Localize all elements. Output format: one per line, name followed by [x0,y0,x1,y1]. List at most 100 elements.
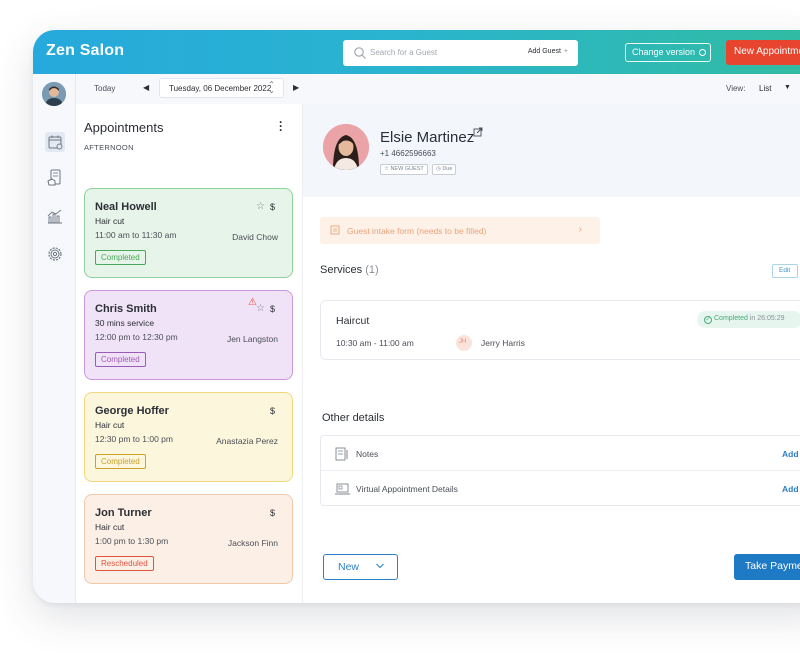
status-badge: Completed [95,454,146,469]
search-input[interactable]: Search for a Guest [370,48,437,57]
today-button[interactable]: Today [94,84,115,93]
search-icon [354,47,366,59]
appointment-card[interactable]: George Hoffer $ Hair cut 12:30 pm to 1:0… [84,392,293,482]
caret-down-icon[interactable]: ▼ [784,84,791,91]
view-select[interactable]: List [759,84,771,93]
card-time: 12:30 pm to 1:00 pm [95,434,173,444]
avatar[interactable] [42,82,66,106]
updown-chevron-icon: ⌃ ⌄ [268,80,275,95]
service-status-pill: ✓ Completed in 26:05:29 [697,311,800,328]
card-service: Hair cut [95,216,125,226]
appointment-detail-panel: Elsie Martinez +1 4662596663 ☆ NEW GUEST… [303,104,800,603]
add-guest-label: Add Guest [527,48,561,55]
intake-form-banner[interactable]: Guest intake form (needs to be filled) › [320,217,600,244]
status-badge: Rescheduled [95,556,154,571]
services-heading: Services (1) [320,264,379,276]
notes-row: Notes Add [321,436,800,471]
service-status: Completed [714,315,748,322]
card-time: 1:00 pm to 1:30 pm [95,536,169,546]
card-service: 30 mins service [95,318,155,328]
date-picker[interactable]: Tuesday, 06 December 2022 ⌃ ⌄ [159,78,284,98]
brand-title: Zen Salon [46,42,125,59]
check-circle-icon: ✓ [704,316,712,324]
virtual-appointment-row: Virtual Appointment Details Add [321,471,800,506]
section-label-afternoon: AFTERNOON [84,143,134,152]
service-duration: in 26:05:29 [749,315,785,322]
change-version-label: Change version [632,47,696,57]
appointment-card[interactable]: Neal Howell ☆ $ Hair cut 11:00 am to 11:… [84,188,293,278]
card-service: Hair cut [95,420,125,430]
virtual-appointment-label: Virtual Appointment Details [356,484,458,494]
user-avatar-icon [42,82,66,106]
card-guest-name: Neal Howell [95,201,157,213]
dollar-icon: $ [269,508,275,518]
status-badge: Completed [95,250,146,265]
guest-photo [323,124,369,170]
reports-icon[interactable] [45,207,65,227]
dollar-icon: $ [269,304,275,314]
appointment-card[interactable]: Chris Smith ⚠ ☆ $ 30 mins service 12:00 … [84,290,293,380]
status-badge: Completed [95,352,146,367]
card-time: 11:00 am to 11:30 am [95,230,177,240]
notes-icon [335,447,348,461]
calendar-icon[interactable] [45,132,65,152]
view-label: View: [726,84,746,93]
add-virtual-details-button[interactable]: Add [782,484,799,494]
left-nav-rail [33,74,76,603]
plus-icon: + [563,48,568,55]
date-toolbar: Today ◀ Tuesday, 06 December 2022 ⌃ ⌄ ▶ V… [76,74,800,104]
prev-day-button[interactable]: ◀ [143,83,149,92]
appointments-panel: Appointments · · · AFTERNOON Neal Howell ☆… [76,104,303,603]
appointments-title: Appointments [84,120,164,135]
service-item[interactable]: Haircut 10:30 am - 11:00 am JH Jerry Har… [320,300,800,360]
card-staff: David Chow [232,232,278,242]
staff-initials-avatar: JH [456,335,472,351]
new-appointment-button[interactable]: New Appointment [726,40,800,65]
add-guest-button[interactable]: Add Guest + [528,48,568,55]
service-staff: Jerry Harris [481,338,525,348]
new-label: New [338,561,360,573]
chevron-down-icon [376,563,384,569]
star-icon: ☆ [256,201,265,212]
add-notes-button[interactable]: Add [782,449,799,459]
guest-search[interactable]: Search for a Guest Add Guest + [343,40,578,66]
next-day-button[interactable]: ▶ [293,83,299,92]
due-tag: ◷ Due [432,164,457,175]
card-time: 12:00 pm to 12:30 pm [95,332,178,342]
card-staff: Jen Langston [226,334,278,344]
notes-label: Notes [356,449,379,459]
card-service: Hair cut [95,522,125,532]
guest-name: Elsie Martinez [380,129,475,146]
card-staff: Jackson Finn [227,538,278,548]
guest-profile-header: Elsie Martinez +1 4662596663 ☆ NEW GUEST… [303,104,800,197]
checkout-icon[interactable] [45,168,65,188]
more-options-icon[interactable]: · · · [279,116,283,136]
intake-form-text: Guest intake form (needs to be filled) [347,226,487,236]
laptop-icon [335,483,350,495]
appointment-card[interactable]: Jon Turner $ Hair cut 1:00 pm to 1:30 pm… [84,494,293,584]
external-link-icon[interactable] [473,127,483,137]
services-title: Services [320,264,363,276]
new-guest-tag: ☆ NEW GUEST [380,164,428,175]
take-payment-button[interactable]: Take Payment [734,554,800,580]
dollar-icon: $ [269,202,275,212]
card-guest-name: Chris Smith [95,303,157,315]
info-icon [699,49,707,56]
form-icon [330,225,340,235]
card-guest-name: Jon Turner [95,507,152,519]
edit-services-button[interactable]: Edit [772,264,798,278]
top-header: Zen Salon Search for a Guest Add Guest + … [33,30,800,74]
chevron-right-icon: › [578,224,582,235]
settings-gear-icon[interactable] [45,244,65,264]
guest-phone: +1 4662596663 [380,149,436,158]
card-staff: Anastazia Perez [216,436,278,446]
service-time: 10:30 am - 11:00 am [336,338,414,348]
change-version-button[interactable]: Change version [625,43,711,62]
services-count: (1) [365,264,379,276]
service-name: Haircut [336,315,370,327]
app-window: Zen Salon Search for a Guest Add Guest + … [33,30,800,603]
new-dropdown-button[interactable]: New [323,554,398,580]
card-guest-name: George Hoffer [95,405,169,417]
star-icon: ☆ [256,303,265,314]
dollar-icon: $ [269,406,275,416]
